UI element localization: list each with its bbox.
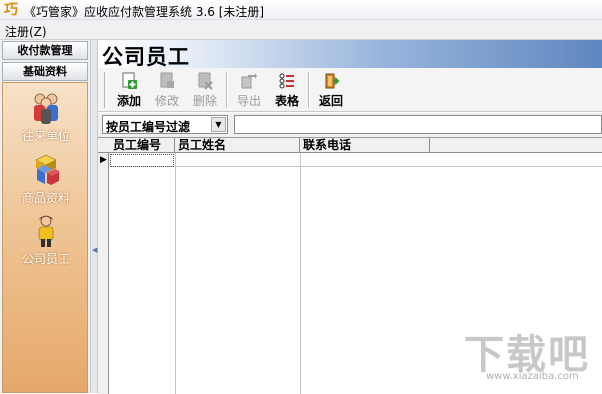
title-bar: 巧 《巧管家》应收应付款管理系统 3.6 [未注册] — [0, 0, 602, 20]
current-row-arrow-icon: ▶ — [100, 155, 107, 165]
sidebar-item-label: 往来单位 — [21, 129, 70, 143]
add-icon — [122, 72, 137, 89]
chevron-down-icon[interactable]: ▼ — [211, 117, 226, 132]
add-button[interactable]: 添加 — [112, 72, 146, 108]
employee-icon — [38, 215, 54, 247]
tab-receipts-payments[interactable]: 收付款管理 — [2, 41, 88, 60]
sidebar-item-partners[interactable]: 往来单位 — [3, 91, 89, 144]
column-header[interactable]: 员工姓名 — [175, 138, 300, 153]
menu-bar: 注册(Z) — [0, 20, 602, 40]
filter-select-value: 按员工编号过滤 — [106, 120, 191, 134]
delete-button[interactable]: 删除 — [188, 72, 222, 108]
export-button-label: 导出 — [236, 94, 261, 108]
sidebar-item-products[interactable]: 商品资料 — [3, 153, 89, 206]
edit-button[interactable]: 修改 — [150, 72, 184, 108]
return-button-label: 返回 — [318, 94, 343, 108]
page-title: 公司员工 — [102, 45, 190, 69]
watermark: 下载吧 www.xiazaiba.com — [464, 322, 600, 382]
toolbar-grip[interactable] — [104, 72, 107, 108]
edit-icon — [160, 72, 174, 88]
filter-input[interactable] — [234, 115, 602, 134]
filter-bar: 按员工编号过滤 ▼ — [98, 113, 602, 137]
delete-button-label: 删除 — [192, 94, 217, 108]
menu-register[interactable]: 注册(Z) — [5, 23, 47, 40]
sidebar-item-label: 商品资料 — [21, 191, 70, 205]
people-group-icon — [34, 93, 58, 124]
export-button[interactable]: 导出 — [232, 72, 266, 108]
cubes-icon — [35, 154, 60, 185]
column-header[interactable]: 员工编号 — [110, 138, 175, 153]
sidebar: 收付款管理 基础资料 往来单位 商品资料 公司员工 — [0, 40, 90, 393]
table-row[interactable] — [110, 153, 602, 167]
tab-basic-data[interactable]: 基础资料 — [2, 62, 88, 81]
current-cell[interactable] — [110, 154, 174, 167]
table-header: 员工编号 员工姓名 联系电话 — [98, 138, 602, 153]
column-divider — [175, 153, 176, 394]
export-icon — [241, 73, 257, 89]
column-header[interactable]: 联系电话 — [300, 138, 430, 153]
sidebar-nav-panel: 往来单位 商品资料 公司员工 — [2, 82, 88, 393]
sidebar-item-employees[interactable]: 公司员工 — [3, 214, 89, 267]
sidebar-item-label: 公司员工 — [21, 252, 70, 266]
table-button-label: 表格 — [274, 94, 299, 108]
watermark-url: www.xiazaiba.com — [486, 371, 579, 382]
panel-splitter[interactable]: ◀ — [90, 40, 98, 393]
return-button[interactable]: 返回 — [314, 72, 348, 108]
window-title: 《巧管家》应收应付款管理系统 3.6 [未注册] — [24, 5, 265, 19]
page-header: 公司员工 — [98, 40, 602, 69]
delete-icon — [198, 72, 213, 90]
filter-select[interactable]: 按员工编号过滤 ▼ — [102, 115, 228, 134]
table-button[interactable]: 表格 — [270, 72, 304, 108]
app-logo-icon: 巧 — [4, 2, 18, 18]
row-selector-column: ▶ — [98, 138, 109, 394]
toolbar-separator — [308, 72, 310, 108]
add-button-label: 添加 — [116, 94, 141, 108]
table-icon — [279, 73, 294, 89]
return-icon — [325, 73, 340, 89]
collapse-arrow-icon[interactable]: ◀ — [92, 245, 97, 255]
toolbar-separator — [226, 72, 228, 108]
column-divider — [300, 153, 301, 394]
edit-button-label: 修改 — [154, 94, 179, 108]
toolbar: 添加 修改 删除 导出 表格 返回 — [98, 68, 602, 112]
